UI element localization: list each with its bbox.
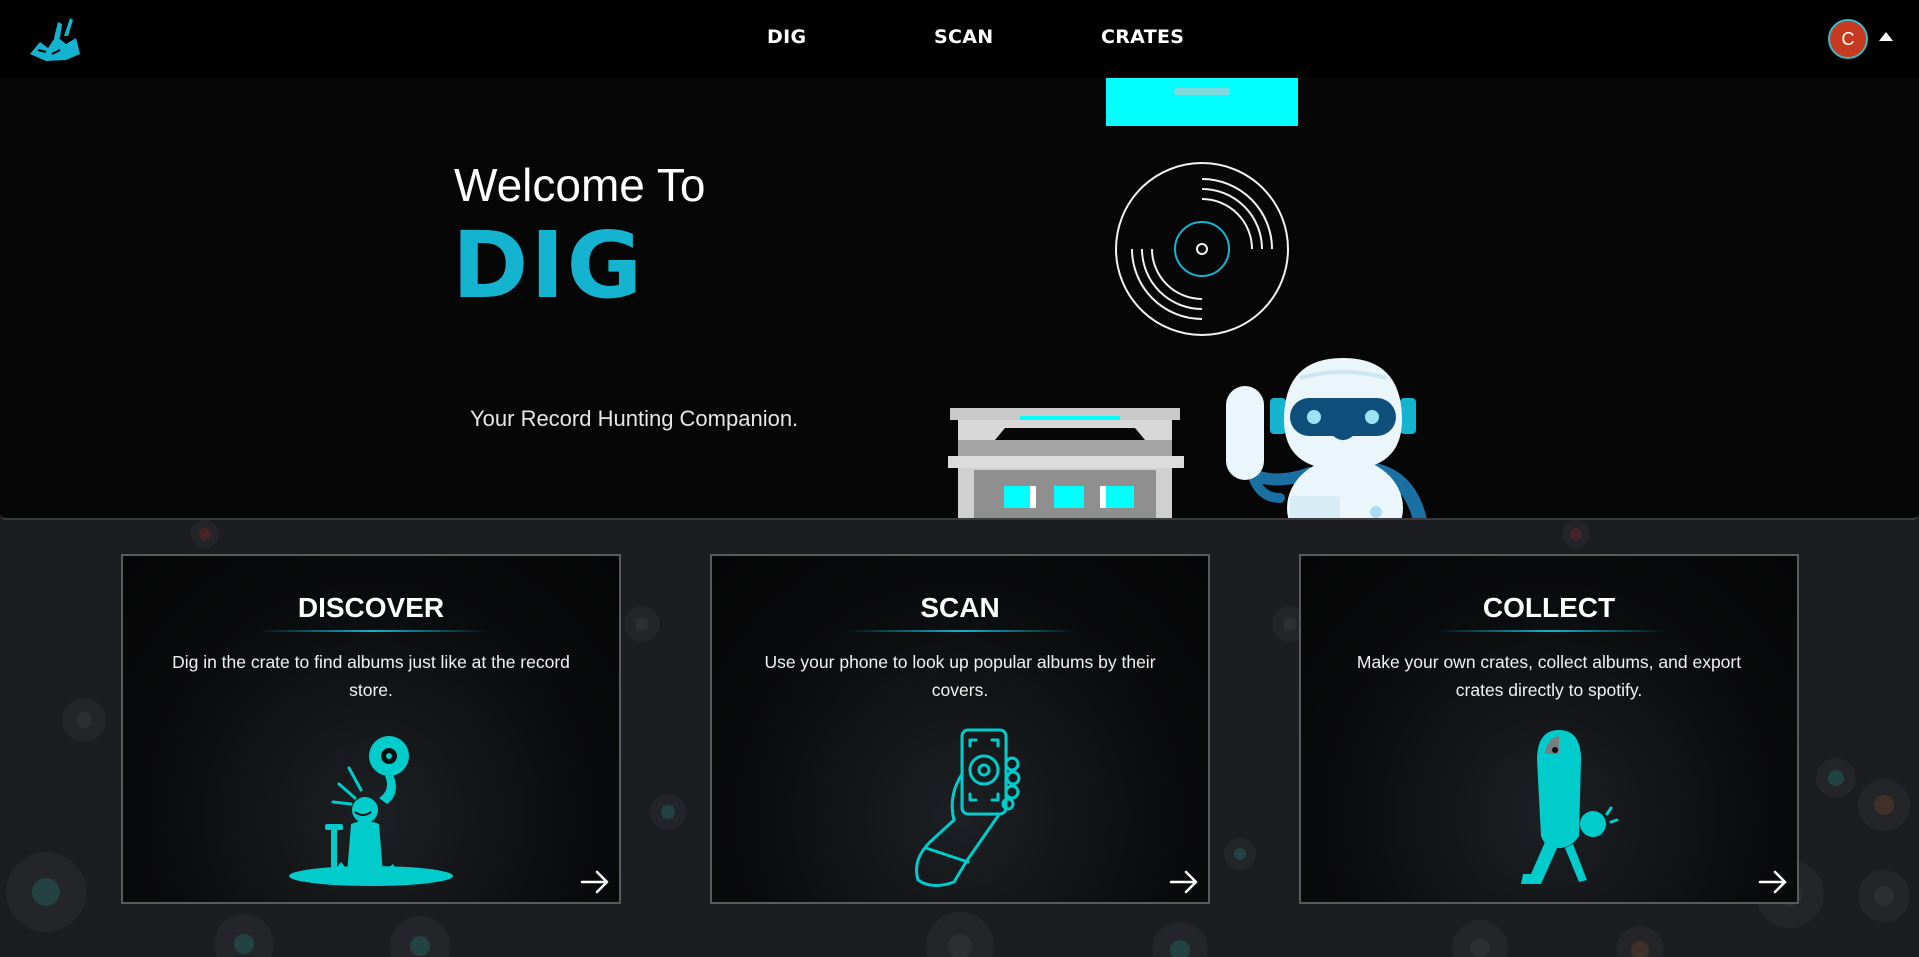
- crate-carrier-icon: [1521, 730, 1619, 884]
- card-divider: [258, 630, 488, 632]
- nav-link-crates[interactable]: CRATES: [1101, 26, 1184, 48]
- card-title: SCAN: [920, 592, 1000, 623]
- feature-card-collect[interactable]: COLLECT Make your own crates, collect al…: [1299, 554, 1799, 904]
- top-nav: DIG SCAN CRATES C: [0, 0, 1919, 78]
- nav-link-scan[interactable]: SCAN: [934, 26, 993, 48]
- card-divider: [847, 630, 1077, 632]
- card-description: Dig in the crate to find albums just lik…: [172, 652, 570, 700]
- hero-section: Welcome To DIG Your Record Hunting Compa…: [0, 78, 1919, 520]
- user-avatar[interactable]: C: [1828, 19, 1868, 59]
- account-menu-caret-icon[interactable]: [1879, 32, 1893, 41]
- hero-welcome: Welcome To: [454, 159, 706, 211]
- card-description: Make your own crates, collect albums, an…: [1356, 652, 1742, 700]
- feature-card-discover[interactable]: DISCOVER Dig in the crate to find albums…: [121, 554, 621, 904]
- digger-icon: [289, 736, 453, 886]
- card-title: COLLECT: [1482, 592, 1616, 623]
- nav-link-dig[interactable]: DIG: [767, 26, 806, 48]
- feature-card-scan[interactable]: SCAN Use your phone to look up popular a…: [710, 554, 1210, 904]
- card-title: DISCOVER: [297, 592, 445, 623]
- hero-illustration: [948, 78, 1427, 518]
- hero-brand: DIG: [452, 212, 645, 319]
- hero-tagline: Your Record Hunting Companion.: [470, 406, 799, 431]
- robot-icon: [1226, 358, 1427, 518]
- card-divider: [1436, 630, 1666, 632]
- logo-icon[interactable]: [26, 14, 82, 64]
- arrow-right-icon[interactable]: [579, 868, 611, 896]
- arrow-right-icon[interactable]: [1757, 868, 1789, 896]
- card-description: Use your phone to look up popular albums…: [764, 652, 1156, 700]
- record-crate-icon: [948, 408, 1184, 518]
- phone-scan-icon: [915, 728, 1021, 887]
- cyan-screen-icon: [1106, 78, 1298, 126]
- arrow-right-icon[interactable]: [1168, 868, 1200, 896]
- vinyl-record-icon: [1115, 162, 1289, 336]
